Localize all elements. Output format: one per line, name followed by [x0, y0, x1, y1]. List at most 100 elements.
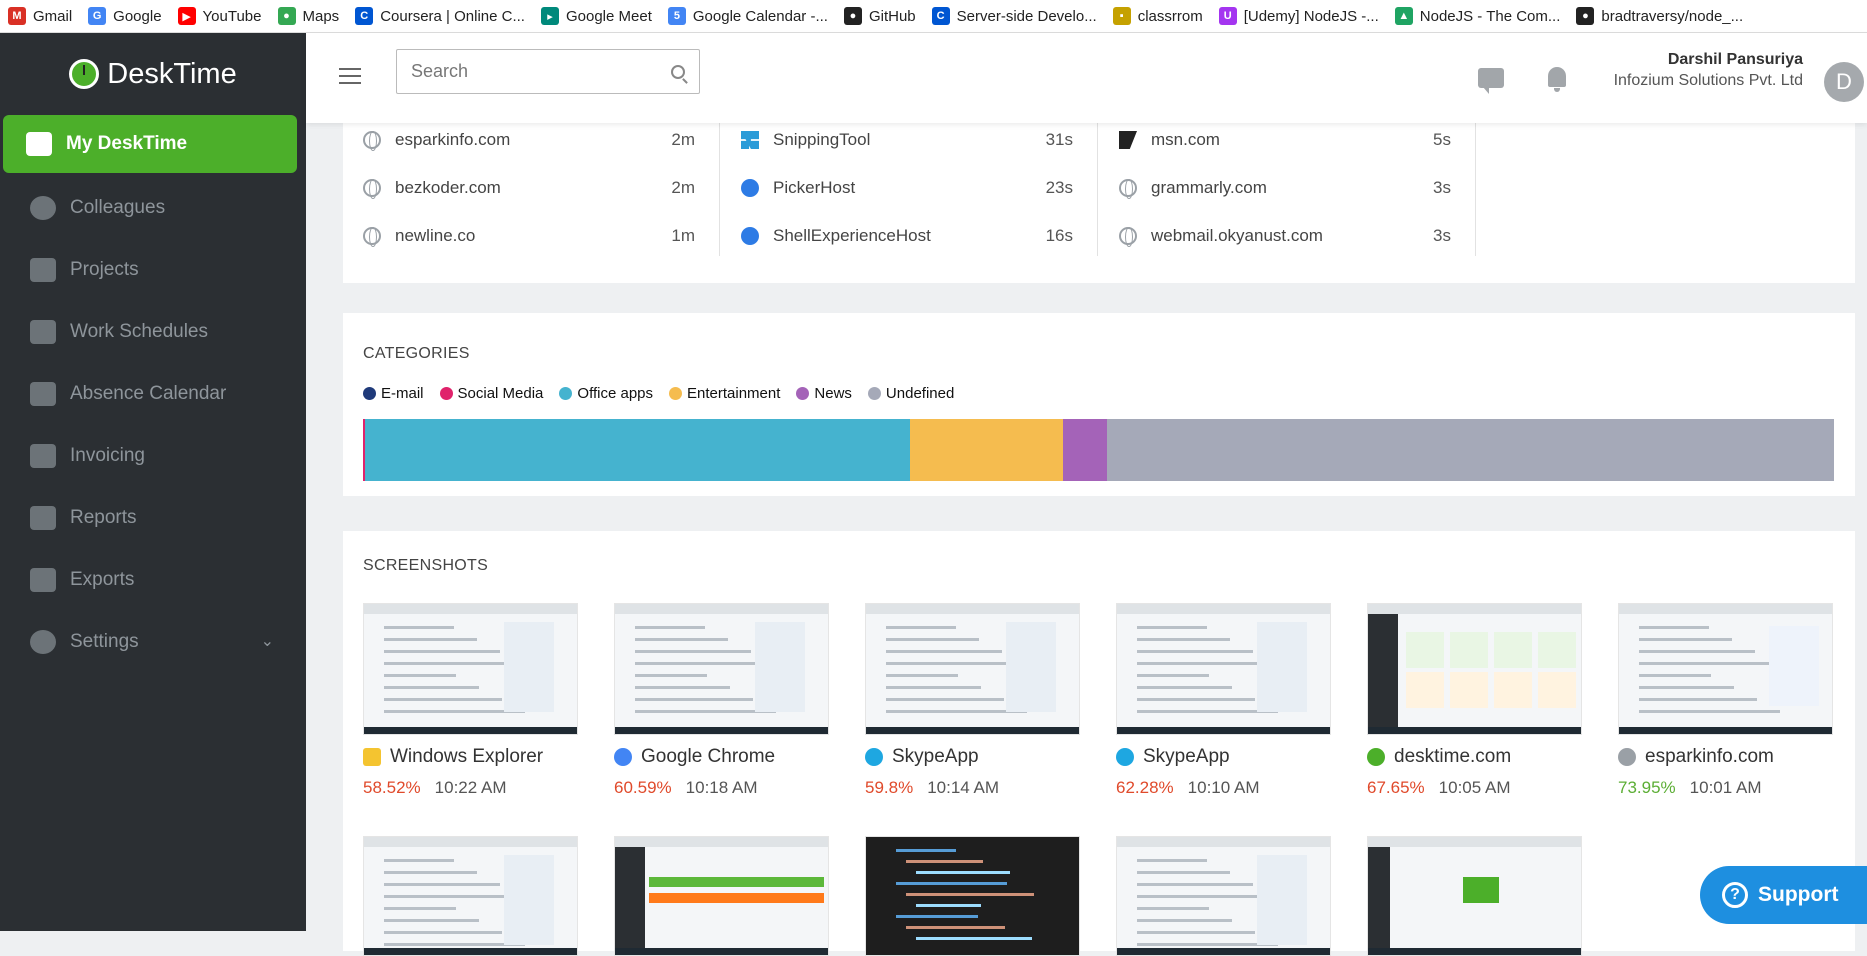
sidebar-item-work-schedules[interactable]: Work Schedules [0, 301, 306, 363]
user-info[interactable]: Darshil Pansuriya Infozium Solutions Pvt… [1614, 51, 1803, 90]
sidebar-item-settings[interactable]: Settings ⌄ [0, 611, 306, 673]
screenshot-thumbnail[interactable] [1116, 836, 1331, 956]
screenshot-thumbnail[interactable] [614, 836, 829, 956]
legend-item[interactable]: News [796, 385, 852, 402]
app-usage-row[interactable]: webmail.okyanust.com 3s [1099, 212, 1475, 260]
screenshot-item[interactable] [1367, 836, 1582, 956]
category-segment[interactable] [1107, 419, 1834, 481]
screenshot-thumbnail[interactable] [363, 603, 578, 735]
bookmark-item[interactable]: ● Maps [277, 7, 339, 25]
screenshot-app: esparkinfo.com [1618, 746, 1833, 768]
notification-bell-icon[interactable] [1548, 67, 1566, 92]
bookmark-item[interactable]: C Coursera | Online C... [355, 7, 525, 25]
sidebar-item-reports[interactable]: Reports [0, 487, 306, 549]
screenshot-item[interactable] [614, 836, 829, 956]
sidebar-item-label: Invoicing [70, 445, 145, 466]
support-button[interactable]: ? Support [1700, 866, 1867, 924]
sidebar-item-invoicing[interactable]: Invoicing [0, 425, 306, 487]
avatar[interactable]: D [1824, 62, 1864, 102]
app-usage-row[interactable]: bezkoder.com 2m [343, 164, 719, 212]
search-input[interactable] [411, 61, 671, 82]
search-box[interactable] [396, 49, 700, 94]
screenshot-thumbnail[interactable] [1618, 603, 1833, 735]
bookmark-label: Google Meet [565, 7, 652, 25]
globe-icon [1119, 179, 1137, 199]
youtube-icon: ▶ [177, 7, 196, 25]
bookmarks-bar: M Gmail G Google ▶ YouTube ● Maps C Coursera | On… [0, 0, 1867, 33]
bookmark-item[interactable]: ● bradtraversy/node_... [1576, 7, 1743, 25]
chevron-down-icon[interactable]: ⌄ [261, 631, 274, 651]
sidebar-item-projects[interactable]: Projects [0, 239, 306, 301]
screenshot-item[interactable]: Google Chrome 60.59% 10:18 AM [614, 603, 829, 798]
legend-item[interactable]: Undefined [867, 385, 954, 402]
legend-swatch [559, 387, 573, 400]
desktime-icon [1367, 748, 1385, 766]
screenshot-item[interactable] [1116, 836, 1331, 956]
screenshot-item[interactable]: esparkinfo.com 73.95% 10:01 AM [1618, 603, 1833, 798]
category-segment[interactable] [1062, 419, 1107, 481]
app-name: webmail.okyanust.com [1151, 226, 1323, 245]
bookmark-item[interactable]: 5 Google Calendar -... [667, 7, 828, 25]
screenshot-thumbnail[interactable] [865, 603, 1080, 735]
app-name: esparkinfo.com [395, 130, 511, 149]
screenshot-time: 10:22 AM [434, 778, 507, 797]
screenshot-item[interactable]: SkypeApp 62.28% 10:10 AM [1116, 603, 1331, 798]
udemy-icon: U [1218, 7, 1237, 25]
bookmark-item[interactable]: M Gmail [8, 7, 72, 25]
app-usage-row[interactable]: msn.com 5s [1099, 116, 1475, 164]
sidebar-item-colleagues[interactable]: Colleagues [0, 177, 306, 239]
screenshot-thumbnail[interactable] [1367, 836, 1582, 956]
legend-item[interactable]: E-mail [363, 385, 424, 402]
sidebar-item-absence-calendar[interactable]: Absence Calendar [0, 363, 306, 425]
screenshot-item[interactable]: desktime.com 67.65% 10:05 AM [1367, 603, 1582, 798]
app-name: SnippingTool [773, 130, 871, 149]
legend-item[interactable]: Office apps [559, 385, 653, 402]
category-segment[interactable] [909, 419, 1063, 481]
screenshot-thumbnail[interactable] [363, 836, 578, 956]
bookmark-label: Server-side Develo... [956, 7, 1097, 25]
chat-icon[interactable] [1478, 68, 1504, 94]
calendar-icon [30, 382, 56, 406]
bookmark-item[interactable]: ▲ NodeJS - The Com... [1394, 7, 1560, 25]
desktime-logo[interactable]: DeskTime [0, 33, 306, 115]
search-icon[interactable] [671, 64, 685, 79]
screenshot-meta: 62.28% 10:10 AM [1116, 778, 1331, 798]
calendar-icon: 5 [667, 7, 686, 25]
bookmark-label: Gmail [33, 7, 73, 25]
screenshot-item[interactable]: SkypeApp 59.8% 10:14 AM [865, 603, 1080, 798]
bookmark-item[interactable]: ● GitHub [843, 7, 916, 25]
bookmark-item[interactable]: G Google [88, 7, 162, 25]
sidebar-item-my-desktime[interactable]: My DeskTime [3, 115, 297, 173]
app-usage-row[interactable]: ShellExperienceHost 16s [721, 212, 1097, 260]
bookmark-item[interactable]: ▪ classrrom [1112, 7, 1203, 25]
screenshot-app: Google Chrome [614, 746, 829, 768]
sidebar-item-exports[interactable]: Exports [0, 549, 306, 611]
app-usage-row[interactable]: newline.co 1m [343, 212, 719, 260]
categories-legend: E-mail Social Media Office apps Entertainme… [363, 385, 970, 402]
screenshot-thumbnail[interactable] [1116, 603, 1331, 735]
bookmark-item[interactable]: C Server-side Develo... [931, 7, 1097, 25]
bookmark-item[interactable]: ▶ YouTube [177, 7, 262, 25]
app-usage-row[interactable]: grammarly.com 3s [1099, 164, 1475, 212]
bookmark-item[interactable]: U [Udemy] NodeJS -... [1218, 7, 1379, 25]
productivity-percent: 73.95% [1618, 778, 1676, 797]
screenshot-item[interactable]: Windows Explorer 58.52% 10:22 AM [363, 603, 578, 798]
globe-icon [1618, 748, 1636, 766]
screenshot-thumbnail[interactable] [865, 836, 1080, 956]
legend-item[interactable]: Entertainment [669, 385, 780, 402]
sidebar-item-label: Settings [70, 631, 139, 652]
screenshot-item[interactable] [865, 836, 1080, 956]
app-usage-row[interactable]: SnippingTool 31s [721, 116, 1097, 164]
hamburger-menu-icon[interactable] [339, 68, 361, 84]
category-segment[interactable] [364, 419, 910, 481]
app-usage-row[interactable]: esparkinfo.com 2m [343, 116, 719, 164]
drive-icon: ▲ [1394, 7, 1413, 25]
screenshot-thumbnail[interactable] [1367, 603, 1582, 735]
screenshots-row-2 [363, 836, 1618, 956]
top-header: Darshil Pansuriya Infozium Solutions Pvt… [306, 33, 1867, 123]
bookmark-item[interactable]: ▸ Google Meet [540, 7, 652, 25]
app-usage-row[interactable]: PickerHost 23s [721, 164, 1097, 212]
screenshot-thumbnail[interactable] [614, 603, 829, 735]
legend-item[interactable]: Social Media [439, 385, 543, 402]
screenshot-item[interactable] [363, 836, 578, 956]
